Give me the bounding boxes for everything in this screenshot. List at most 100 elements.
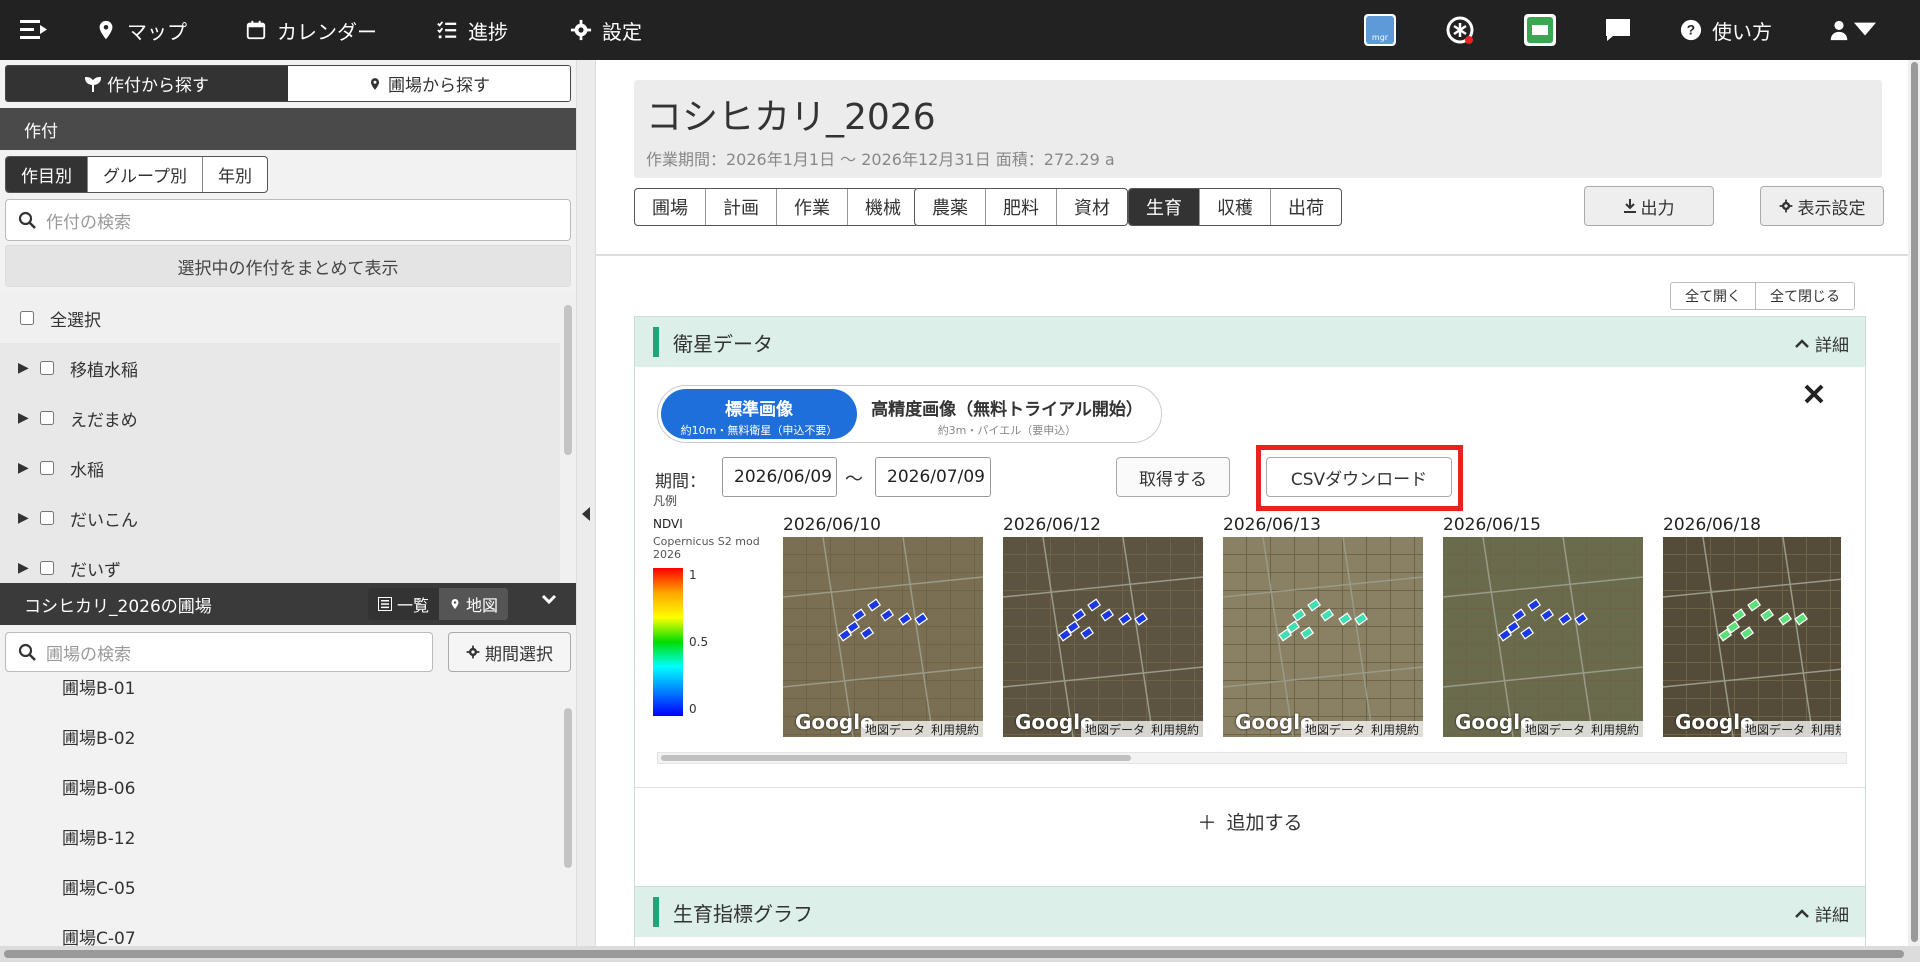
crop-list-scrollbar[interactable] [564, 305, 572, 455]
crop-checkbox[interactable] [40, 511, 54, 525]
expand-all-button[interactable]: 全て開く [1671, 283, 1756, 309]
user-menu[interactable] [1828, 0, 1876, 60]
field-book-app-icon[interactable] [1524, 14, 1556, 46]
satellite-ndvi-image[interactable]: Google地図データ利用規約 [1223, 537, 1423, 737]
nav-map[interactable]: マップ [95, 0, 187, 60]
crop-row[interactable]: ▶ えだまめ [0, 393, 560, 443]
map-data-link[interactable]: 地図データ [1745, 721, 1805, 738]
expand-triangle-icon[interactable]: ▶ [18, 360, 40, 376]
crop-row[interactable]: ▶ だいこん [0, 493, 560, 543]
tab-supplies[interactable]: 資材 [1057, 189, 1127, 225]
csv-download-button[interactable]: CSVダウンロード [1266, 457, 1452, 497]
expand-triangle-icon[interactable]: ▶ [18, 460, 40, 476]
growth-detail-toggle[interactable]: 詳細 [1795, 901, 1849, 926]
terms-link[interactable]: 利用規約 [1811, 721, 1841, 738]
map-data-link[interactable]: 地図データ [1525, 721, 1585, 738]
nav-map-label: マップ [127, 19, 187, 44]
field-list-item[interactable]: 圃場B-01 [62, 674, 135, 699]
crop-row[interactable]: ▶ だいず [0, 543, 560, 583]
view-map-button[interactable]: 地図 [439, 588, 508, 620]
show-selected-crops-button[interactable]: 選択中の作付をまとめて表示 [5, 245, 571, 287]
fetch-button[interactable]: 取得する [1116, 457, 1230, 497]
mgr-app-icon[interactable]: mgr [1364, 14, 1396, 46]
field-list-item[interactable]: 圃場C-07 [62, 924, 136, 946]
map-data-link[interactable]: 地図データ [1305, 721, 1365, 738]
tab-shipping[interactable]: 出荷 [1271, 189, 1341, 225]
field-search-input[interactable]: 圃場の検索 [5, 632, 433, 672]
period-area-subtitle: 作業期間：2026年1月1日 〜 2026年12月31日 面積：272.29 a [646, 150, 1115, 169]
crop-checkbox[interactable] [40, 561, 54, 575]
search-by-crop-tab[interactable]: 作付から探す [6, 66, 288, 101]
standard-image-option[interactable]: 標準画像 約10m・無料衛星（申込不要） [661, 389, 857, 439]
field-list-item[interactable]: 圃場C-05 [62, 874, 136, 899]
map-data-link[interactable]: 地図データ [865, 721, 925, 738]
terms-link[interactable]: 利用規約 [1151, 721, 1199, 738]
collapse-chevron-icon[interactable] [541, 594, 557, 606]
tab-plan[interactable]: 計画 [706, 189, 777, 225]
field-list-item[interactable]: 圃場B-02 [62, 724, 135, 749]
tab-field[interactable]: 圃場 [635, 189, 706, 225]
date-to-input[interactable]: 2026/07/09 [875, 457, 991, 497]
tab-growth[interactable]: 生育 [1129, 189, 1200, 225]
sidebar-toggle-icon[interactable] [20, 17, 48, 43]
search-by-field-tab[interactable]: 圃場から探す [288, 66, 570, 101]
satellite-detail-toggle[interactable]: 詳細 [1795, 331, 1849, 356]
tab-fertilizer[interactable]: 肥料 [986, 189, 1057, 225]
satellite-ndvi-image[interactable]: Google地図データ利用規約 [1443, 537, 1643, 737]
satellite-ndvi-image[interactable]: Google地図データ利用規約 [1663, 537, 1841, 737]
map-data-link[interactable]: 地図データ [1085, 721, 1145, 738]
asterisk-notification-icon[interactable] [1444, 14, 1476, 46]
tab-work[interactable]: 作業 [777, 189, 848, 225]
satellite-ndvi-image[interactable]: Google地図データ利用規約 [1003, 537, 1203, 737]
image-strip-scrollbar[interactable] [657, 752, 1847, 764]
date-from-input[interactable]: 2026/06/09 [722, 457, 837, 497]
tab-harvest[interactable]: 収穫 [1200, 189, 1271, 225]
terms-link[interactable]: 利用規約 [1371, 721, 1419, 738]
tab-by-year[interactable]: 年別 [203, 157, 267, 192]
nav-progress[interactable]: 進捗 [436, 0, 508, 60]
page-horizontal-scrollbar[interactable] [0, 946, 1920, 962]
field-list-scrollbar[interactable] [564, 708, 572, 868]
tab-machine[interactable]: 機械 [848, 189, 918, 225]
crop-search-input[interactable]: 作付の検索 [5, 199, 571, 241]
expand-triangle-icon[interactable]: ▶ [18, 510, 40, 526]
collapse-all-button[interactable]: 全て閉じる [1756, 283, 1854, 309]
tab-by-crop-type[interactable]: 作目別 [6, 157, 88, 192]
scrollbar-thumb[interactable] [4, 950, 1904, 958]
high-res-image-option[interactable]: 高精度画像（無料トライアル開始） 約3m・パイエル（要申込） [862, 389, 1152, 439]
satellite-ndvi-image[interactable]: Google地図データ利用規約 [783, 537, 983, 737]
crop-row[interactable]: ▶ 移植水稲 [0, 343, 560, 393]
select-all-checkbox[interactable] [20, 311, 34, 325]
display-settings-button[interactable]: 表示設定 [1760, 186, 1884, 226]
satellite-card-header[interactable]: 衛星データ 詳細 [635, 317, 1865, 367]
crop-checkbox[interactable] [40, 461, 54, 475]
view-list-button[interactable]: 一覧 [368, 588, 440, 620]
export-button[interactable]: 出力 [1584, 186, 1714, 226]
terms-link[interactable]: 利用規約 [931, 721, 979, 738]
expand-triangle-icon[interactable]: ▶ [18, 410, 40, 426]
tab-by-group[interactable]: グループ別 [88, 157, 203, 192]
page-vertical-scrollbar[interactable] [1908, 60, 1920, 946]
search-mode-switch: 作付から探す 圃場から探す [5, 65, 571, 102]
collapse-left-panel-icon[interactable] [581, 506, 591, 522]
scrollbar-thumb[interactable] [1911, 62, 1918, 942]
chat-icon[interactable] [1602, 14, 1634, 46]
close-icon[interactable] [1803, 383, 1825, 405]
crop-row[interactable]: ▶ 水稲 [0, 443, 560, 493]
crop-checkbox[interactable] [40, 361, 54, 375]
field-list-item[interactable]: 圃場B-06 [62, 774, 135, 799]
tab-pesticide[interactable]: 農薬 [915, 189, 986, 225]
growth-card-header[interactable]: 生育指標グラフ 詳細 [635, 887, 1865, 937]
nav-calendar[interactable]: カレンダー [245, 0, 377, 60]
add-button[interactable]: ＋ 追加する [635, 788, 1865, 854]
nav-settings[interactable]: 設定 [570, 0, 642, 60]
period-select-button[interactable]: 期間選択 [448, 632, 571, 672]
crop-checkbox[interactable] [40, 411, 54, 425]
field-list-item[interactable]: 圃場B-12 [62, 824, 135, 849]
expand-triangle-icon[interactable]: ▶ [18, 560, 40, 576]
help-link[interactable]: ? 使い方 [1680, 0, 1772, 60]
select-all-row[interactable]: 全選択 [0, 293, 560, 343]
terms-link[interactable]: 利用規約 [1591, 721, 1639, 738]
scrollbar-thumb[interactable] [661, 755, 1131, 761]
period-select-label: 期間選択 [485, 644, 553, 665]
